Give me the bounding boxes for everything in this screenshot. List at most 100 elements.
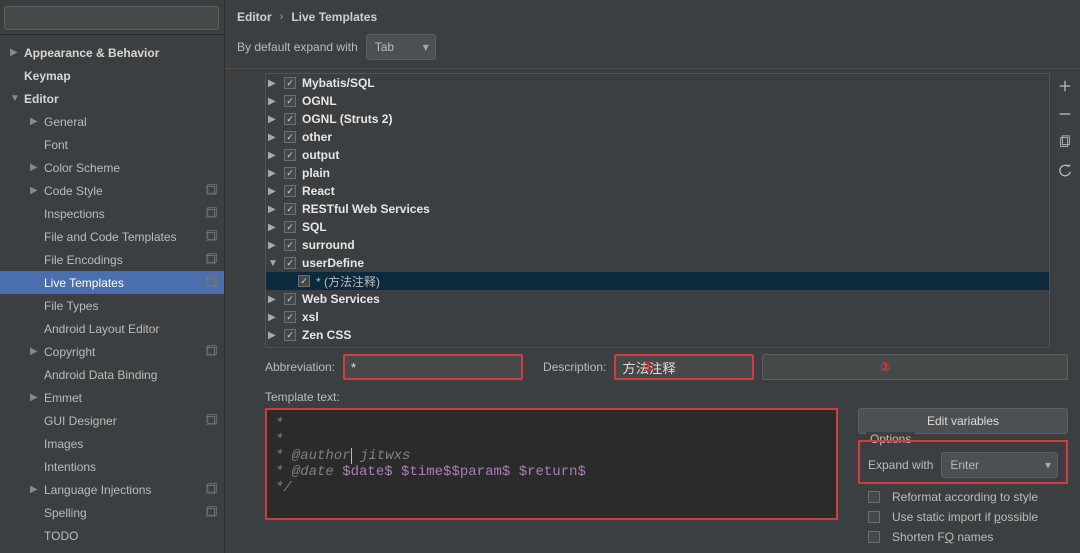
chevron-icon [30,484,40,495]
abbreviation-input[interactable] [343,354,523,380]
breadcrumb: Editor › Live Templates [225,0,1080,26]
tree-label: Android Data Binding [44,368,218,382]
opt-shorten-fq[interactable]: Shorten FQ names [858,530,1068,544]
group-checkbox[interactable] [284,221,296,233]
sidebar-item-language-injections[interactable]: Language Injections [0,478,224,501]
chevron-icon [268,240,280,251]
template-groups-list[interactable]: Mybatis/SQL OGNL OGNL (Struts 2) otheroutpu… [265,73,1050,348]
group-other[interactable]: other [266,128,1049,146]
sidebar-item-file-types[interactable]: File Types [0,294,224,317]
project-level-icon [206,275,218,290]
tree-label: TODO [44,529,218,543]
add-button[interactable] [1056,77,1074,95]
group-web-services[interactable]: Web Services [266,290,1049,308]
group-surround[interactable]: surround [266,236,1049,254]
group-label: React [302,184,335,198]
sidebar-item-keymap[interactable]: Keymap [0,64,224,87]
sidebar-item-copyright[interactable]: Copyright [0,340,224,363]
breadcrumb-a: Editor [237,10,272,24]
group-checkbox[interactable] [284,95,296,107]
project-level-icon [206,206,218,221]
abbr-label: Abbreviation: [265,360,335,374]
default-expand-select[interactable]: Tab [366,34,436,60]
template-text-label: Template text: [225,382,1080,408]
undo-button[interactable] [1056,161,1074,179]
chevron-icon [10,47,20,58]
group-label: Zen CSS [302,328,351,342]
expand-with-select[interactable]: Enter [941,452,1058,478]
chevron-icon [268,114,280,125]
sidebar-item-android-data-binding[interactable]: Android Data Binding [0,363,224,386]
group-checkbox[interactable] [284,311,296,323]
group-checkbox[interactable] [284,77,296,89]
project-level-icon [206,252,218,267]
group-checkbox[interactable] [284,113,296,125]
group-checkbox[interactable] [284,257,296,269]
sidebar-item-intentions[interactable]: Intentions [0,455,224,478]
sidebar-item-inspections[interactable]: Inspections [0,202,224,225]
tree-label: Font [44,138,218,152]
group-xsl[interactable]: xsl [266,308,1049,326]
sidebar-item-gui-designer[interactable]: GUI Designer [0,409,224,432]
sidebar-item-file-encodings[interactable]: File Encodings [0,248,224,271]
group-react[interactable]: React [266,182,1049,200]
group-checkbox[interactable] [284,149,296,161]
group-checkbox[interactable] [284,329,296,341]
tree-label: Images [44,437,218,451]
group-ognl[interactable]: OGNL [266,92,1049,110]
group-mybatis-sql[interactable]: Mybatis/SQL [266,74,1049,92]
group-output[interactable]: output [266,146,1049,164]
sidebar-item-appearance-behavior[interactable]: Appearance & Behavior [0,41,224,64]
sidebar-item-live-templates[interactable]: Live Templates [0,271,224,294]
template-item[interactable]: * (方法注释) [266,272,1049,290]
sidebar-item-editor[interactable]: Editor [0,87,224,110]
sidebar-item-android-layout-editor[interactable]: Android Layout Editor [0,317,224,340]
group-zen-css[interactable]: Zen CSS [266,326,1049,344]
project-level-icon [206,344,218,359]
remove-button[interactable] [1056,105,1074,123]
description-input[interactable] [614,354,754,380]
group-checkbox[interactable] [284,203,296,215]
sidebar-item-spelling[interactable]: Spelling [0,501,224,524]
group-userdefine[interactable]: userDefine [266,254,1049,272]
group-sql[interactable]: SQL [266,218,1049,236]
group-checkbox[interactable] [284,131,296,143]
edit-variables-button[interactable]: Edit variables [858,408,1068,434]
description-overflow[interactable] [762,354,1068,380]
settings-tree[interactable]: Appearance & BehaviorKeymap Editor General… [0,35,224,553]
copy-button[interactable] [1056,133,1074,151]
group-restful-web-services[interactable]: RESTful Web Services [266,200,1049,218]
chevron-icon [30,346,40,357]
group-label: OGNL (Struts 2) [302,112,392,126]
group-checkbox[interactable] [284,185,296,197]
sidebar-item-todo[interactable]: TODO [0,524,224,547]
group-label: OGNL [302,94,337,108]
chevron-icon [30,116,40,127]
group-plain[interactable]: plain [266,164,1049,182]
tree-label: Color Scheme [44,161,218,175]
sidebar-item-emmet[interactable]: Emmet [0,386,224,409]
desc-label: Description: [543,360,606,374]
tree-label: Editor [24,92,218,106]
tree-label: File Types [44,299,218,313]
sidebar-item-general[interactable]: General [0,110,224,133]
tree-label: Emmet [44,391,218,405]
sidebar-item-plugins[interactable]: Plugins [0,547,224,553]
sidebar-item-code-style[interactable]: Code Style [0,179,224,202]
group-checkbox[interactable] [284,167,296,179]
settings-sidebar: Appearance & BehaviorKeymap Editor General… [0,0,225,553]
sidebar-item-color-scheme[interactable]: Color Scheme [0,156,224,179]
sidebar-item-images[interactable]: Images [0,432,224,455]
group-checkbox[interactable] [284,239,296,251]
sidebar-item-font[interactable]: Font [0,133,224,156]
opt-static-import[interactable]: Use static import if possible [858,510,1068,524]
sidebar-item-file-and-code-templates[interactable]: File and Code Templates [0,225,224,248]
template-checkbox[interactable] [298,275,310,287]
project-level-icon [206,413,218,428]
group-checkbox[interactable] [284,293,296,305]
breadcrumb-b: Live Templates [291,10,377,24]
settings-search-input[interactable] [4,6,219,30]
opt-reformat[interactable]: Reformat according to style [858,490,1068,504]
group-ognl-struts-2-[interactable]: OGNL (Struts 2) [266,110,1049,128]
template-text-editor[interactable]: * * * @author jitwxs * @date $date$ $tim… [265,408,838,520]
